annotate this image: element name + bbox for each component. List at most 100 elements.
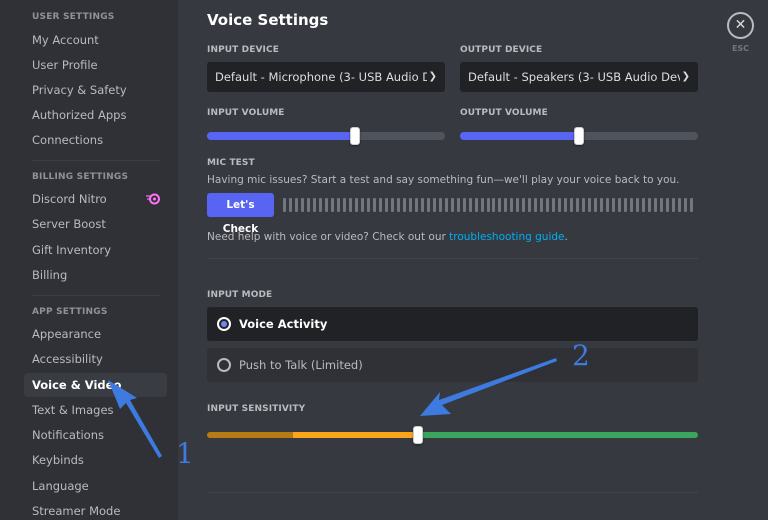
sidebar-item-label: Streamer Mode — [32, 504, 121, 518]
close-button[interactable]: ✕ — [727, 12, 754, 39]
input-mode-push-to-talk[interactable]: Push to Talk (Limited) — [207, 348, 698, 382]
meter-bar — [588, 198, 592, 212]
output-volume-fill — [460, 132, 579, 140]
meter-bar — [294, 198, 298, 212]
sidebar-item-billing[interactable]: Billing — [24, 263, 167, 287]
meter-bar — [630, 198, 634, 212]
mic-test-description: Having mic issues? Start a test and say … — [207, 174, 680, 186]
esc-label: ESC — [731, 44, 750, 53]
sensitivity-above-threshold-segment — [418, 432, 698, 438]
meter-bar — [516, 198, 520, 212]
meter-bar — [534, 198, 538, 212]
meter-bar — [390, 198, 394, 212]
meter-bar — [486, 198, 490, 212]
sidebar-divider — [32, 160, 160, 161]
sidebar-item-privacy-safety[interactable]: Privacy & Safety — [24, 78, 167, 102]
output-volume-slider[interactable] — [460, 127, 698, 145]
troubleshooting-guide-link[interactable]: troubleshooting guide — [449, 231, 564, 243]
output-volume-thumb[interactable] — [574, 127, 584, 145]
sidebar-item-label: Language — [32, 479, 89, 493]
meter-bar — [540, 198, 544, 212]
meter-bar — [438, 198, 442, 212]
input-volume-slider[interactable] — [207, 127, 445, 145]
sidebar-item-label: Accessibility — [32, 352, 103, 366]
close-icon: ✕ — [734, 17, 747, 33]
sidebar-item-label: Gift Inventory — [32, 243, 112, 257]
meter-bar — [444, 198, 448, 212]
meter-bar — [426, 198, 430, 212]
meter-bar — [283, 198, 286, 212]
sidebar-item-connections[interactable]: Connections — [24, 128, 167, 152]
meter-bar — [546, 198, 550, 212]
meter-bar — [648, 198, 652, 212]
meter-bar — [462, 198, 466, 212]
meter-bar — [480, 198, 484, 212]
meter-bar — [474, 198, 478, 212]
sidebar-item-language[interactable]: Language — [24, 474, 167, 498]
sidebar-item-discord-nitro[interactable]: Discord Nitro — [24, 187, 167, 211]
sidebar-item-appearance[interactable]: Appearance — [24, 322, 167, 346]
meter-bar — [324, 198, 328, 212]
sidebar-item-label: Notifications — [32, 428, 104, 442]
input-device-select[interactable]: Default - Microphone (3- USB Audio Devic… — [207, 62, 445, 92]
sidebar-item-label: Keybinds — [32, 453, 84, 467]
radio-unselected-icon — [217, 358, 231, 372]
sidebar-item-streamer-mode[interactable]: Streamer Mode — [24, 499, 167, 520]
annotation-number-2: 2 — [572, 339, 590, 372]
meter-bar — [498, 198, 502, 212]
annotation-number-1: 1 — [176, 437, 194, 470]
sidebar-item-label: Connections — [32, 133, 104, 147]
meter-bar — [288, 198, 292, 212]
chevron-down-icon: ❯ — [681, 71, 690, 82]
meter-bar — [336, 198, 340, 212]
sidebar-divider — [32, 295, 160, 296]
meter-bar — [432, 198, 436, 212]
sidebar-item-gift-inventory[interactable]: Gift Inventory — [24, 238, 167, 262]
meter-bar — [504, 198, 508, 212]
sidebar-item-keybinds[interactable]: Keybinds — [24, 448, 167, 472]
input-sensitivity-thumb[interactable] — [413, 426, 424, 444]
sidebar-item-accessibility[interactable]: Accessibility — [24, 347, 167, 371]
sidebar-item-user-profile[interactable]: User Profile — [24, 53, 167, 77]
radio-selected-icon — [217, 317, 231, 331]
page-title: Voice Settings — [207, 11, 329, 29]
sidebar-item-label: Voice & Video — [32, 378, 122, 392]
input-sensitivity-slider[interactable] — [207, 432, 698, 438]
sidebar-item-text-images[interactable]: Text & Images — [24, 398, 167, 422]
meter-bar — [684, 198, 688, 212]
meter-bar — [594, 198, 598, 212]
meter-bar — [642, 198, 646, 212]
meter-bar — [624, 198, 628, 212]
chevron-down-icon: ❯ — [428, 71, 437, 82]
sidebar-item-authorized-apps[interactable]: Authorized Apps — [24, 103, 167, 127]
sensitivity-below-threshold-segment — [292, 432, 419, 438]
help-text-suffix: . — [564, 231, 568, 243]
sidebar-item-notifications[interactable]: Notifications — [24, 423, 167, 447]
sidebar-item-label: Billing — [32, 268, 68, 282]
lets-check-button[interactable]: Let's Check — [207, 193, 274, 235]
meter-bar — [552, 198, 556, 212]
sidebar-item-label: User Profile — [32, 58, 98, 72]
input-volume-thumb[interactable] — [349, 127, 360, 145]
input-volume-fill — [207, 132, 355, 140]
help-text: Need help with voice or video? Check out… — [207, 231, 568, 243]
meter-bar — [492, 198, 496, 212]
meter-bar — [330, 198, 334, 212]
output-device-select[interactable]: Default - Speakers (3- USB Audio Device)… — [460, 62, 698, 92]
sidebar-item-label: Server Boost — [32, 217, 106, 231]
meter-bar — [672, 198, 676, 212]
sidebar-item-server-boost[interactable]: Server Boost — [24, 212, 167, 236]
settings-sidebar: USER SETTINGS My Account User Profile Pr… — [0, 0, 178, 520]
sidebar-item-label: Privacy & Safety — [32, 83, 127, 97]
meter-bar — [456, 198, 460, 212]
meter-bar — [402, 198, 406, 212]
output-device-label: OUTPUT DEVICE — [460, 45, 543, 55]
meter-bar — [582, 198, 586, 212]
input-mode-voice-activity[interactable]: Voice Activity — [207, 307, 698, 341]
input-device-label: INPUT DEVICE — [207, 45, 279, 55]
meter-bar — [420, 198, 424, 212]
output-device-value: Default - Speakers (3- USB Audio Device) — [468, 70, 680, 84]
sidebar-item-voice-video[interactable]: Voice & Video — [24, 373, 167, 397]
sidebar-item-my-account[interactable]: My Account — [24, 28, 167, 52]
meter-bar — [576, 198, 580, 212]
